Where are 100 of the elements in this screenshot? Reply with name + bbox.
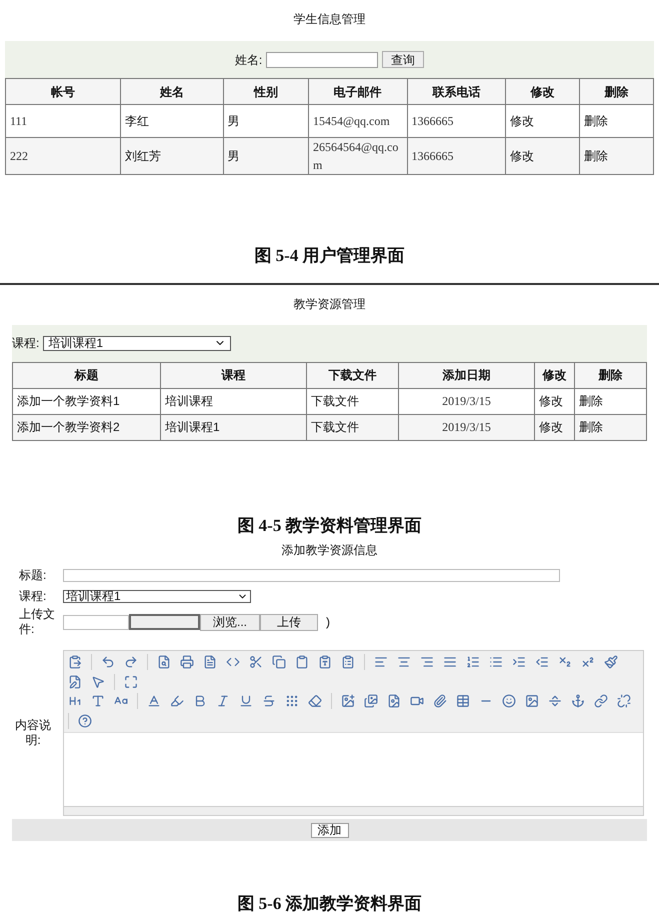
name-label: 姓名: <box>234 52 262 68</box>
table-cell[interactable]: 删除 <box>574 388 646 414</box>
font-icon[interactable] <box>91 694 105 708</box>
anchor-icon[interactable] <box>571 694 585 708</box>
help-icon[interactable] <box>78 714 92 728</box>
align-right-icon[interactable] <box>420 655 434 669</box>
insert-image-icon[interactable] <box>341 694 355 708</box>
table-cell: 培训课程 <box>160 388 306 414</box>
brush-icon[interactable] <box>604 655 618 669</box>
eraser-icon[interactable] <box>308 694 322 708</box>
link-icon[interactable] <box>594 694 608 708</box>
pointer-icon[interactable] <box>91 675 105 689</box>
table-cell: 男 <box>223 138 308 174</box>
figure-caption: 图 4-5 教学资料管理界面 <box>236 514 423 536</box>
heading-icon[interactable] <box>68 694 82 708</box>
table-cell[interactable]: 修改 <box>534 388 574 414</box>
title-label: 标题: <box>18 567 48 584</box>
multi-image-icon[interactable] <box>364 694 378 708</box>
redo-icon[interactable] <box>124 655 138 669</box>
page-break-icon[interactable] <box>548 694 562 708</box>
column-header: 修改 <box>534 362 574 388</box>
table-cell: 2019/3/15 <box>398 414 534 440</box>
rich-text-editor[interactable] <box>63 650 644 816</box>
page-title: 学生信息管理 <box>292 11 366 28</box>
page-title: 教学资源管理 <box>292 296 366 312</box>
grid-icon[interactable] <box>285 694 299 708</box>
table-cell: 添加一个教学资料2 <box>12 414 160 440</box>
attachment-icon[interactable] <box>433 694 447 708</box>
superscript-icon[interactable] <box>581 655 595 669</box>
subscript-icon[interactable] <box>558 655 572 669</box>
file-image-icon[interactable] <box>387 694 401 708</box>
emoji-icon[interactable] <box>502 694 516 708</box>
course-label: 课程: <box>18 588 48 605</box>
table-cell: 培训课程1 <box>160 414 306 440</box>
figure-caption: 图 5-6 添加教学资料界面 <box>236 893 423 915</box>
clipboard-icon[interactable] <box>295 655 309 669</box>
code-icon[interactable] <box>226 655 240 669</box>
video-icon[interactable] <box>410 694 424 708</box>
table-cell: 下载文件 <box>306 414 398 440</box>
column-header: 电子邮件 <box>308 78 408 104</box>
outdent-icon[interactable] <box>535 655 549 669</box>
table-cell[interactable]: 删除 <box>574 414 646 440</box>
fullscreen-icon[interactable] <box>124 675 138 689</box>
column-header: 下载文件 <box>306 362 398 388</box>
cut-icon[interactable] <box>249 655 263 669</box>
page-title: 添加教学资源信息 <box>280 542 378 559</box>
table-cell: 222 <box>6 138 121 174</box>
column-header: 删除 <box>574 362 646 388</box>
column-header: 帐号 <box>6 78 121 104</box>
column-header: 姓名 <box>120 78 224 104</box>
browse-button[interactable]: 浏览... <box>200 614 260 630</box>
unlink-icon[interactable] <box>617 694 631 708</box>
paste-icon[interactable] <box>68 655 82 669</box>
image-icon[interactable] <box>525 694 539 708</box>
highlight-icon[interactable] <box>170 694 184 708</box>
add-button[interactable]: 添加 <box>310 822 348 838</box>
copy-icon[interactable] <box>272 655 286 669</box>
table-cell: 下载文件 <box>306 388 398 414</box>
indent-icon[interactable] <box>512 655 526 669</box>
undo-icon[interactable] <box>101 655 115 669</box>
strikethrough-icon[interactable] <box>262 694 276 708</box>
column-header: 标题 <box>12 362 160 388</box>
align-justify-icon[interactable] <box>443 655 457 669</box>
search-button[interactable]: 查询 <box>382 51 424 68</box>
table-cell: 刘红芳 <box>120 138 224 174</box>
table-cell: 1366665 <box>407 138 506 174</box>
content-label: 内容说明: <box>14 718 52 748</box>
paste-text-icon[interactable] <box>318 655 332 669</box>
column-header: 添加日期 <box>398 362 534 388</box>
upload-label: 上传文件: <box>18 607 56 637</box>
underline-icon[interactable] <box>239 694 253 708</box>
table-cell: 2019/3/15 <box>398 388 534 414</box>
paste-word-icon[interactable] <box>341 655 355 669</box>
print-icon[interactable] <box>180 655 194 669</box>
table-cell[interactable]: 删除 <box>580 138 654 174</box>
preview-icon[interactable] <box>157 655 171 669</box>
table-icon[interactable] <box>456 694 470 708</box>
course-label: 课程: <box>12 335 40 352</box>
align-left-icon[interactable] <box>374 655 388 669</box>
course-dropdown[interactable]: 培训课程1 <box>63 590 251 602</box>
name-search-field[interactable] <box>266 52 378 68</box>
file-input-field[interactable] <box>129 614 200 630</box>
table-cell: 添加一个教学资料1 <box>12 388 160 414</box>
table-cell[interactable]: 修改 <box>534 414 574 440</box>
text-color-icon[interactable] <box>147 694 161 708</box>
figure-caption: 图 5-4 用户管理界面 <box>253 245 406 267</box>
column-header: 课程 <box>160 362 306 388</box>
edit-document-icon[interactable] <box>68 675 82 689</box>
upload-button[interactable]: 上传 <box>260 614 318 630</box>
numbered-list-icon[interactable] <box>466 655 480 669</box>
align-center-icon[interactable] <box>397 655 411 669</box>
course-dropdown[interactable]: 培训课程1 <box>43 336 232 350</box>
table-cell: 26564564@qq.com <box>308 138 408 174</box>
table-cell[interactable]: 修改 <box>506 138 580 174</box>
file-path-field[interactable] <box>63 614 129 630</box>
title-field[interactable] <box>63 568 560 582</box>
bullet-list-icon[interactable] <box>489 655 503 669</box>
bold-icon[interactable] <box>193 694 207 708</box>
document-icon[interactable] <box>203 655 217 669</box>
italic-icon[interactable] <box>216 694 230 708</box>
